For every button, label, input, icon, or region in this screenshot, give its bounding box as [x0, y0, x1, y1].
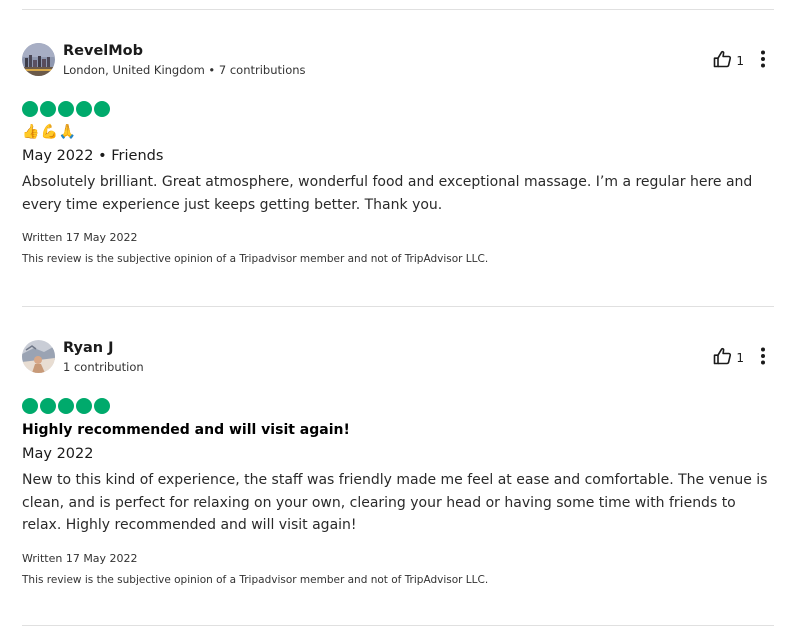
flexed-biceps-emoji: 💪 — [40, 124, 58, 140]
helpful-vote-button[interactable]: 1 — [713, 347, 744, 369]
visit-date: May 2022 — [22, 446, 94, 462]
rating-bubble — [76, 398, 92, 414]
rating-bubble — [58, 398, 74, 414]
review-card: Ryan J 1 contribution 1 Highly recommend… — [22, 340, 774, 588]
rating-bubble — [94, 101, 110, 117]
reviewer-meta: 1 contribution — [63, 360, 144, 374]
review-title[interactable]: Highly recommended and will visit again! — [22, 420, 774, 440]
thumbs-up-icon — [713, 347, 732, 369]
divider — [22, 306, 774, 307]
review-disclaimer: This review is the subjective opinion of… — [22, 573, 489, 586]
rating-bubble — [58, 101, 74, 117]
helpful-vote-button[interactable]: 1 — [713, 50, 744, 72]
helpful-count: 1 — [736, 351, 744, 365]
review-header: Ryan J 1 contribution 1 — [22, 340, 774, 376]
thumbs-up-emoji: 👍 — [22, 124, 40, 140]
rating-bubble — [94, 398, 110, 414]
avatar[interactable] — [22, 43, 55, 76]
review-body: Absolutely brilliant. Great atmosphere, … — [22, 174, 753, 213]
more-vertical-icon — [760, 347, 766, 369]
divider — [22, 625, 774, 626]
bubble-rating — [22, 100, 774, 118]
helpful-count: 1 — [736, 54, 744, 68]
reviewer-name[interactable]: Ryan J — [63, 340, 114, 356]
written-date: Written 17 May 2022 — [22, 551, 138, 565]
visit-date: May 2022 • Friends — [22, 148, 164, 164]
reviewer-meta: London, United Kingdom • 7 contributions — [63, 63, 306, 77]
divider — [22, 9, 774, 10]
rating-bubble — [22, 398, 38, 414]
review-body: New to this kind of experience, the staf… — [22, 472, 768, 533]
more-options-button[interactable] — [760, 50, 766, 72]
review-title[interactable]: 👍💪🙏 — [22, 122, 774, 142]
reviewer-name[interactable]: RevelMob — [63, 43, 143, 59]
more-vertical-icon — [760, 50, 766, 72]
rating-bubble — [40, 101, 56, 117]
rating-bubble — [76, 101, 92, 117]
written-date: Written 17 May 2022 — [22, 231, 138, 244]
folded-hands-emoji: 🙏 — [58, 124, 77, 140]
review-actions: 1 — [713, 347, 766, 369]
reviews-list: RevelMob London, United Kingdom • 7 cont… — [0, 0, 800, 627]
review-disclaimer: This review is the subjective opinion of… — [22, 253, 489, 265]
review-header: RevelMob London, United Kingdom • 7 cont… — [22, 43, 774, 79]
review-actions: 1 — [713, 50, 766, 72]
avatar[interactable] — [22, 340, 55, 373]
more-options-button[interactable] — [760, 347, 766, 369]
thumbs-up-icon — [713, 50, 732, 72]
rating-bubble — [40, 398, 56, 414]
rating-bubble — [22, 101, 38, 117]
bubble-rating — [22, 397, 774, 415]
review-card: RevelMob London, United Kingdom • 7 cont… — [22, 43, 774, 267]
